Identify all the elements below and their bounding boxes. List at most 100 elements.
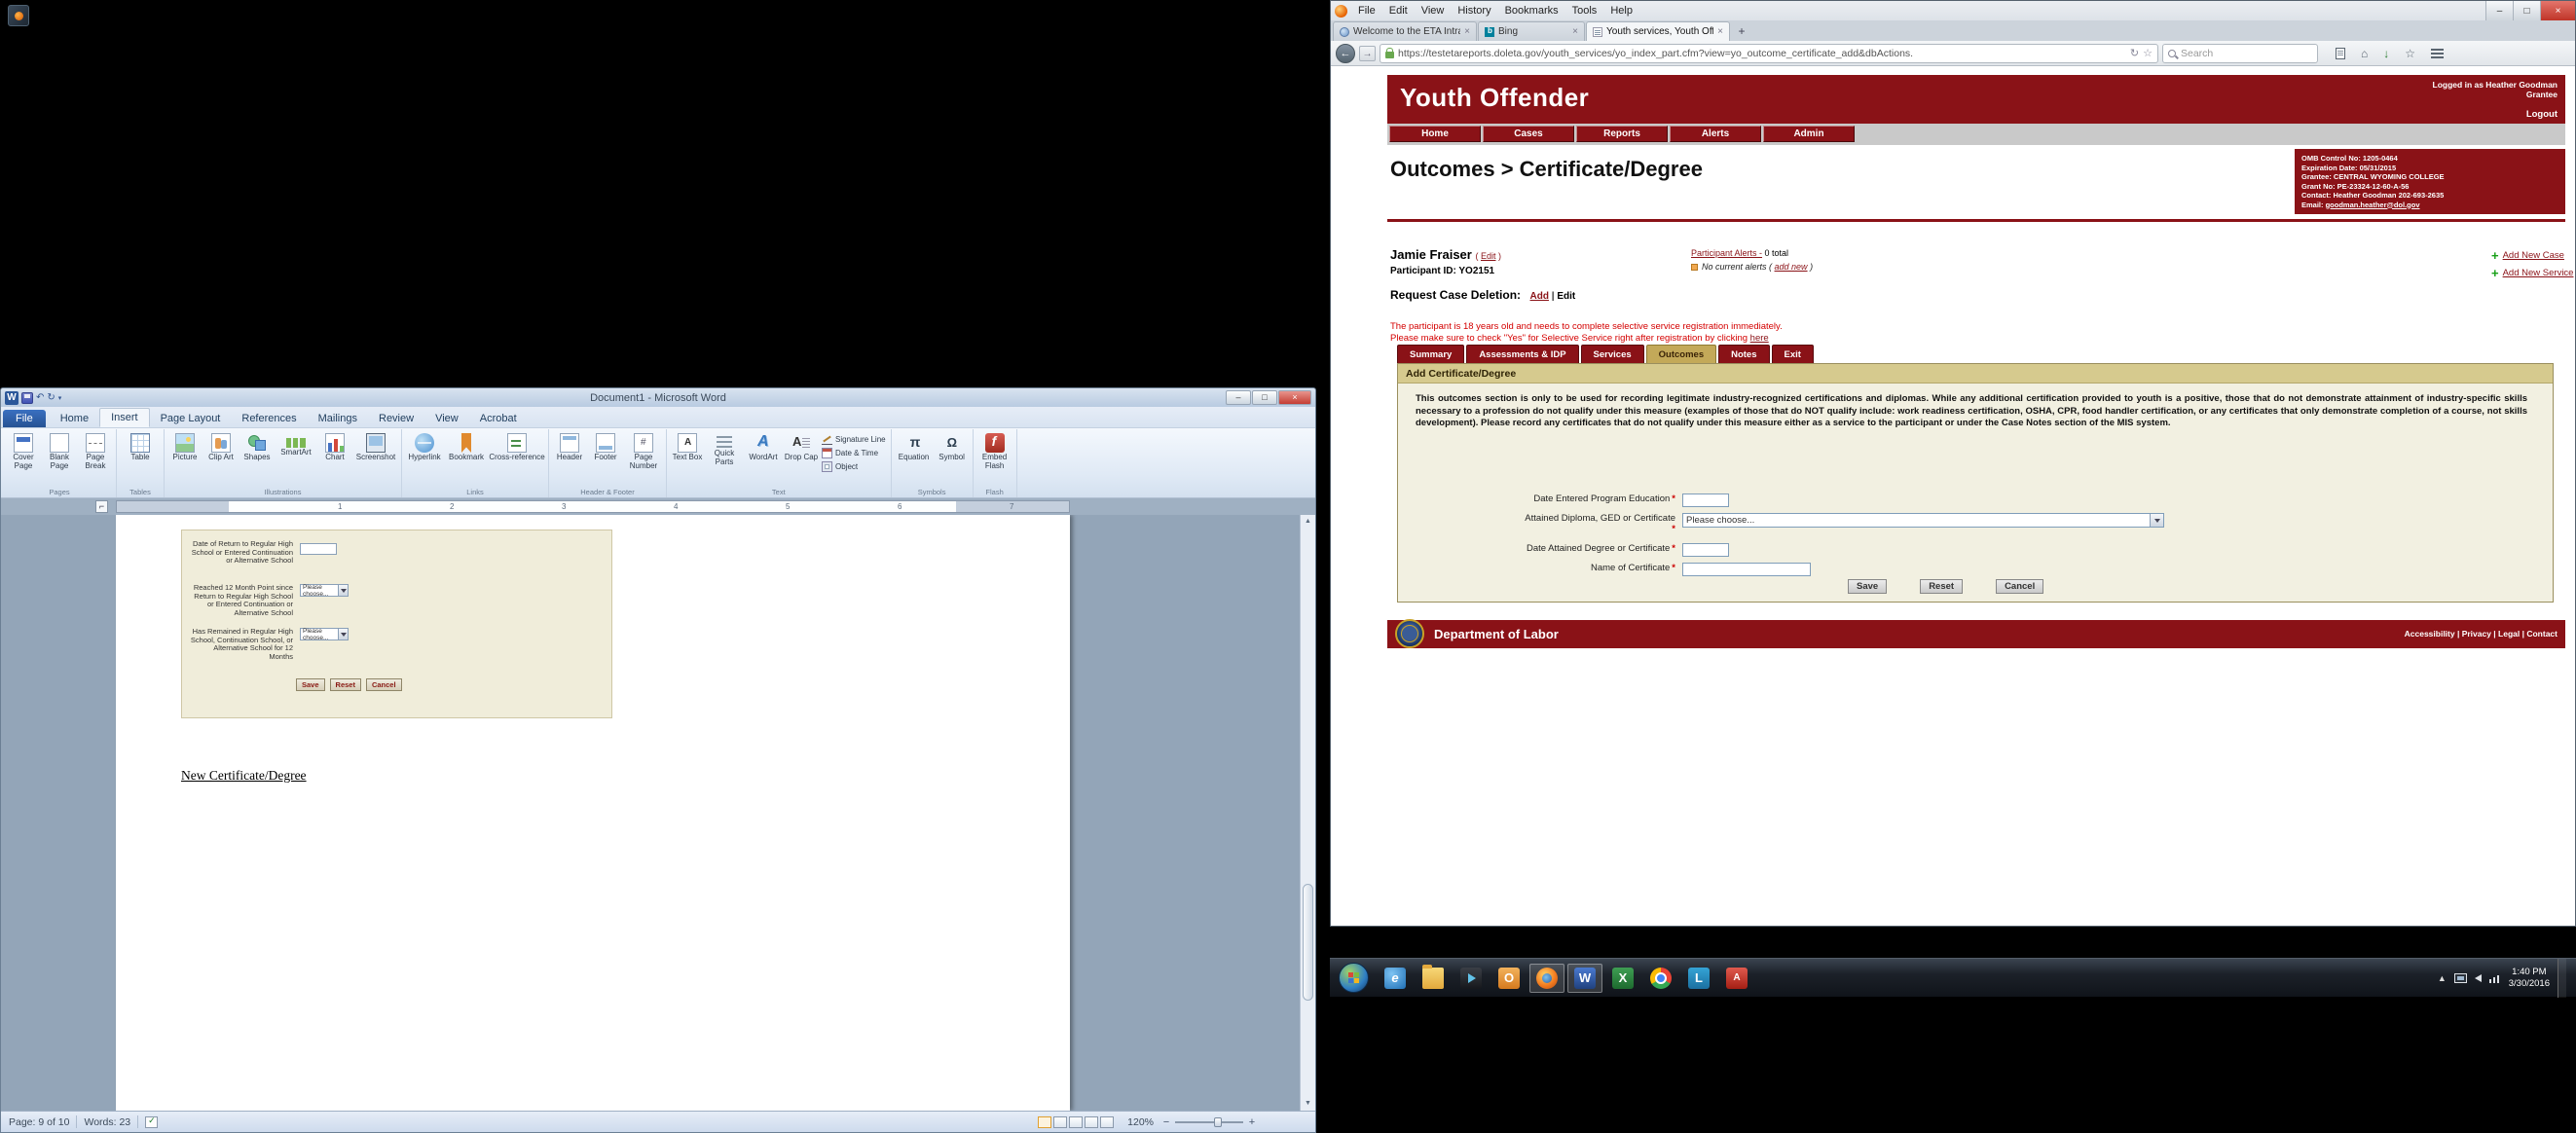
forward-button[interactable]: → [1359, 46, 1376, 61]
tab-home[interactable]: Home [50, 410, 99, 427]
chart-button[interactable]: Chart [317, 430, 352, 487]
bookmarks-sidebar-icon[interactable] [2336, 48, 2345, 59]
drop-cap-button[interactable]: Drop Cap [784, 430, 819, 487]
nav-reports-button[interactable]: Reports [1576, 126, 1668, 142]
undo-icon[interactable]: ↶ [36, 392, 44, 404]
taskbar-word-icon[interactable]: W [1567, 964, 1602, 993]
screenshot-button[interactable]: Screenshot [353, 430, 398, 487]
footer-button[interactable]: Footer [588, 430, 623, 487]
hyperlink-button[interactable]: Hyperlink [405, 430, 444, 487]
view-outline-icon[interactable] [1085, 1116, 1098, 1128]
save-button[interactable]: Save [1848, 579, 1887, 594]
taskbar-explorer-folder-icon[interactable] [1416, 964, 1451, 993]
date-time-button[interactable]: Date & Time [822, 448, 886, 458]
doc-cancel-button[interactable]: Cancel [366, 678, 402, 691]
shapes-button[interactable]: Shapes [239, 430, 275, 487]
qat-dropdown-icon[interactable]: ▾ [58, 394, 62, 402]
page-indicator[interactable]: Page: 9 of 10 [9, 1116, 69, 1128]
bookmark-star-icon[interactable]: ☆ [2143, 47, 2153, 59]
spell-check-icon[interactable] [145, 1116, 158, 1128]
minimize-button[interactable]: – [2485, 1, 2513, 20]
nav-cases-button[interactable]: Cases [1483, 126, 1574, 142]
menu-file[interactable]: File [1351, 5, 1382, 17]
minimize-button[interactable]: – [1226, 390, 1251, 405]
add-new-service-link[interactable]: Add New Service [2503, 268, 2574, 278]
contact-email-link[interactable]: goodman.heather@dol.gov [2326, 201, 2420, 209]
close-button[interactable]: × [1278, 390, 1311, 405]
cross-reference-button[interactable]: Cross-reference [489, 430, 545, 487]
signature-line-button[interactable]: Signature Line [822, 434, 886, 445]
name-of-certificate-input[interactable] [1682, 563, 1811, 576]
zoom-in-icon[interactable]: + [1247, 1116, 1257, 1128]
zoom-level[interactable]: 120% [1127, 1116, 1154, 1128]
view-full-screen-icon[interactable] [1053, 1116, 1067, 1128]
tab-file[interactable]: File [3, 410, 46, 427]
taskbar-outlook-icon[interactable]: O [1491, 964, 1527, 993]
quick-parts-button[interactable]: Quick Parts [706, 430, 743, 487]
nav-alerts-button[interactable]: Alerts [1670, 126, 1761, 142]
tab-mailings[interactable]: Mailings [308, 410, 368, 427]
menu-view[interactable]: View [1415, 5, 1452, 17]
tab-notes[interactable]: Notes [1718, 345, 1769, 363]
view-print-layout-icon[interactable] [1038, 1116, 1051, 1128]
cancel-button[interactable]: Cancel [1996, 579, 2043, 594]
attained-diploma-select[interactable]: Please choose... [1682, 513, 2164, 528]
equation-button[interactable]: Equation [895, 430, 934, 487]
wordart-button[interactable]: WordArt [744, 430, 783, 487]
start-button[interactable] [1339, 963, 1369, 993]
new-tab-button[interactable]: + [1731, 23, 1752, 41]
menu-tools[interactable]: Tools [1565, 5, 1604, 17]
tab-selector[interactable]: ⌐ [95, 500, 108, 513]
restore-button[interactable]: □ [2513, 1, 2540, 20]
text-box-button[interactable]: Text Box [670, 430, 705, 487]
nav-admin-button[interactable]: Admin [1763, 126, 1855, 142]
tray-volume-icon[interactable] [2475, 974, 2482, 982]
restore-button[interactable]: □ [1252, 390, 1277, 405]
object-button[interactable]: Object [822, 461, 886, 472]
taskbar-media-player-icon[interactable] [1454, 964, 1489, 993]
tab-references[interactable]: References [231, 410, 307, 427]
scrollbar-thumb[interactable] [1303, 884, 1313, 1001]
tab-assessments-idp[interactable]: Assessments & IDP [1466, 345, 1578, 363]
close-button[interactable]: × [2540, 1, 2575, 20]
word-scrollbar[interactable]: ▲ ▼ [1300, 515, 1315, 1111]
taskbar-firefox-icon[interactable] [1529, 964, 1564, 993]
show-desktop-button[interactable] [2558, 959, 2566, 998]
add-new-alert-link[interactable]: add new [1775, 262, 1808, 272]
taskbar-pdf-icon[interactable]: A [1719, 964, 1754, 993]
case-deletion-add-link[interactable]: Add [1530, 291, 1549, 302]
tab-exit[interactable]: Exit [1772, 345, 1814, 363]
search-box[interactable]: Search [2162, 44, 2318, 63]
scroll-up-icon[interactable]: ▲ [1301, 515, 1315, 529]
save-icon[interactable] [21, 392, 33, 404]
taskbar-excel-icon[interactable]: X [1605, 964, 1640, 993]
menu-edit[interactable]: Edit [1382, 5, 1415, 17]
redo-icon[interactable]: ↻ [47, 392, 55, 404]
word-count[interactable]: Words: 23 [84, 1116, 130, 1128]
symbol-button[interactable]: Symbol [935, 430, 970, 487]
word-document-page[interactable]: Date of Return to Regular High School or… [116, 515, 1070, 1111]
bookmarks-star-menu-icon[interactable]: ☆ [2405, 47, 2415, 60]
tray-display-icon[interactable] [2454, 973, 2467, 983]
reset-button[interactable]: Reset [1920, 579, 1963, 594]
footer-links[interactable]: Accessibility | Privacy | Legal | Contac… [2405, 620, 2558, 648]
clip-art-button[interactable]: Clip Art [203, 430, 239, 487]
nav-home-button[interactable]: Home [1389, 126, 1481, 142]
scroll-down-icon[interactable]: ▼ [1301, 1097, 1315, 1111]
tab-review[interactable]: Review [368, 410, 424, 427]
taskbar-clock[interactable]: 1:40 PM 3/30/2016 [2509, 967, 2550, 989]
word-titlebar[interactable]: W ↶ ↻ ▾ Document1 - Microsoft Word – □ × [1, 388, 1315, 407]
tab-insert[interactable]: Insert [99, 408, 150, 427]
taskbar-lync-icon[interactable]: L [1681, 964, 1716, 993]
logout-link[interactable]: Logout [2526, 109, 2558, 120]
word-app-icon[interactable]: W [5, 391, 18, 405]
participant-edit-link[interactable]: Edit [1481, 251, 1496, 261]
taskbar-internet-explorer-icon[interactable]: e [1378, 964, 1413, 993]
horizontal-ruler[interactable]: 1 2 3 4 5 6 7 [116, 500, 1070, 513]
browser-tab-youth-offender[interactable]: Youth services, Youth Offender × [1586, 21, 1730, 41]
embed-flash-button[interactable]: Embed Flash [976, 430, 1013, 487]
warning-here-link[interactable]: here [1750, 333, 1769, 344]
tab-close-icon[interactable]: × [1572, 26, 1578, 37]
tray-chevron-icon[interactable]: ▲ [2438, 973, 2447, 983]
view-draft-icon[interactable] [1100, 1116, 1114, 1128]
